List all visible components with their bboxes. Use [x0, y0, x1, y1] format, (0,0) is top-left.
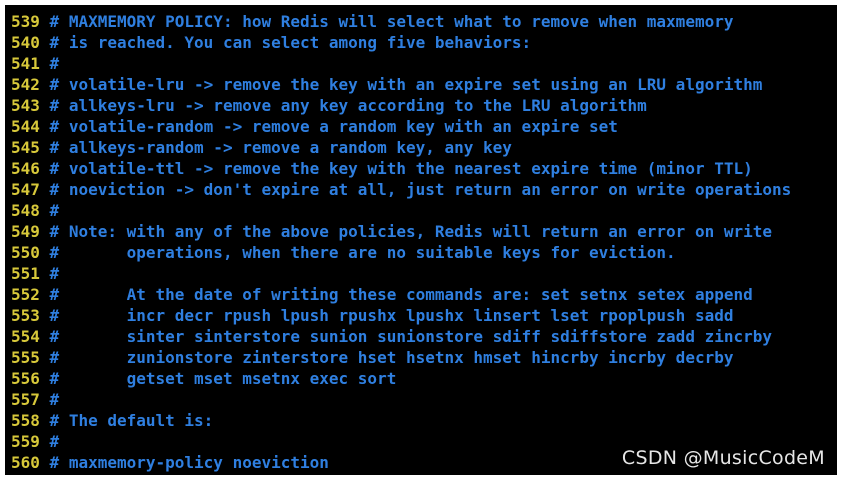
comment-text: # noeviction -> don't expire at all, jus…: [49, 180, 792, 199]
code-line: 543 # allkeys-lru -> remove any key acco…: [11, 95, 837, 116]
terminal-window: 539 # MAXMEMORY POLICY: how Redis will s…: [5, 5, 837, 475]
code-line: 556 # getset mset msetnx exec sort: [11, 368, 837, 389]
line-number: 539: [11, 12, 40, 31]
comment-text: #: [49, 201, 60, 220]
comment-text: #: [49, 390, 60, 409]
line-number: 543: [11, 96, 40, 115]
line-number: 551: [11, 264, 40, 283]
line-number: 557: [11, 390, 40, 409]
code-line: 539 # MAXMEMORY POLICY: how Redis will s…: [11, 11, 837, 32]
code-line: 547 # noeviction -> don't expire at all,…: [11, 179, 837, 200]
comment-text: #: [49, 432, 60, 451]
comment-text: # incr decr rpush lpush rpushx lpushx li…: [49, 306, 734, 325]
line-number: 545: [11, 138, 40, 157]
comment-text: # is reached. You can select among five …: [49, 33, 532, 52]
line-number: 549: [11, 222, 40, 241]
csdn-watermark: CSDN @MusicCodeM: [621, 447, 825, 469]
line-number: 548: [11, 201, 40, 220]
line-number: 546: [11, 159, 40, 178]
line-number: 559: [11, 432, 40, 451]
line-number: 552: [11, 285, 40, 304]
code-area: 539 # MAXMEMORY POLICY: how Redis will s…: [11, 11, 837, 473]
code-line: 558 # The default is:: [11, 410, 837, 431]
code-line: 546 # volatile-ttl -> remove the key wit…: [11, 158, 837, 179]
code-line: 551 #: [11, 263, 837, 284]
code-line: 550 # operations, when there are no suit…: [11, 242, 837, 263]
line-number: 555: [11, 348, 40, 367]
comment-text: # getset mset msetnx exec sort: [49, 369, 397, 388]
comment-text: # At the date of writing these commands …: [49, 285, 753, 304]
comment-text: # volatile-lru -> remove the key with an…: [49, 75, 763, 94]
line-number: 556: [11, 369, 40, 388]
line-number: 541: [11, 54, 40, 73]
code-line: 540 # is reached. You can select among f…: [11, 32, 837, 53]
comment-text: # volatile-random -> remove a random key…: [49, 117, 618, 136]
comment-text: # zunionstore zinterstore hset hsetnx hm…: [49, 348, 734, 367]
line-number: 553: [11, 306, 40, 325]
comment-text: # The default is:: [49, 411, 214, 430]
code-line: 542 # volatile-lru -> remove the key wit…: [11, 74, 837, 95]
line-number: 547: [11, 180, 40, 199]
line-number: 550: [11, 243, 40, 262]
comment-text: #: [49, 54, 60, 73]
code-line: 548 #: [11, 200, 837, 221]
comment-text: # maxmemory-policy noeviction: [49, 453, 329, 472]
comment-text: # allkeys-lru -> remove any key accordin…: [49, 96, 647, 115]
comment-text: # operations, when there are no suitable…: [49, 243, 676, 262]
comment-text: # MAXMEMORY POLICY: how Redis will selec…: [49, 12, 734, 31]
code-line: 557 #: [11, 389, 837, 410]
code-line: 554 # sinter sinterstore sunion sunionst…: [11, 326, 837, 347]
code-line: 549 # Note: with any of the above polici…: [11, 221, 837, 242]
comment-text: # volatile-ttl -> remove the key with th…: [49, 159, 753, 178]
code-line: 555 # zunionstore zinterstore hset hsetn…: [11, 347, 837, 368]
comment-text: # allkeys-random -> remove a random key,…: [49, 138, 512, 157]
code-line: 541 #: [11, 53, 837, 74]
code-line: 552 # At the date of writing these comma…: [11, 284, 837, 305]
line-number: 540: [11, 33, 40, 52]
comment-text: # sinter sinterstore sunion sunionstore …: [49, 327, 773, 346]
code-line: 545 # allkeys-random -> remove a random …: [11, 137, 837, 158]
line-number: 558: [11, 411, 40, 430]
line-number: 560: [11, 453, 40, 472]
line-number: 542: [11, 75, 40, 94]
code-line: 544 # volatile-random -> remove a random…: [11, 116, 837, 137]
line-number: 544: [11, 117, 40, 136]
comment-text: # Note: with any of the above policies, …: [49, 222, 773, 241]
code-line: 553 # incr decr rpush lpush rpushx lpush…: [11, 305, 837, 326]
comment-text: #: [49, 264, 60, 283]
line-number: 554: [11, 327, 40, 346]
